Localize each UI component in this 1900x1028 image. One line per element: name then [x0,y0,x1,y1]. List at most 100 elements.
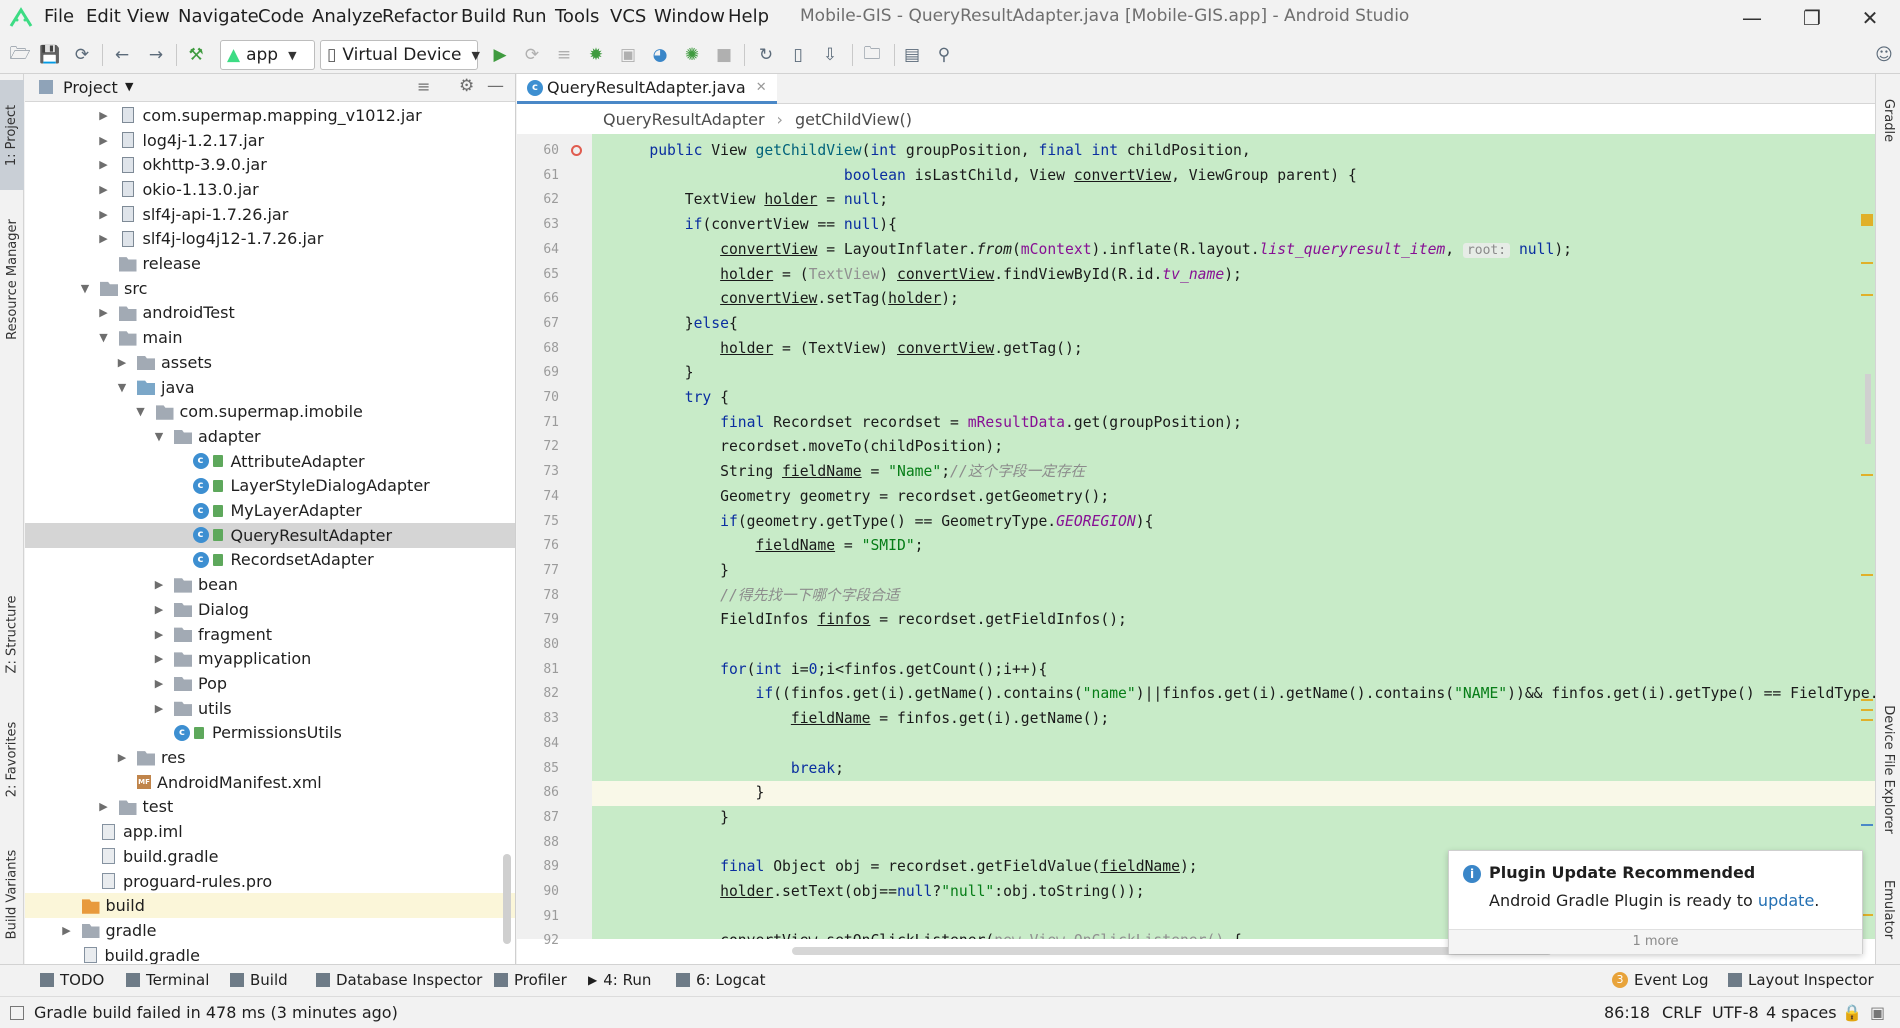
more-notifications[interactable]: 1 more [1449,929,1862,954]
chevron-right-icon[interactable]: ▶ [115,751,129,764]
code-line[interactable]: convertView.setOnClickListener(new View.… [614,929,1242,939]
tab-gradle[interactable]: Gradle [1876,80,1900,160]
tree-item[interactable]: ▶ okhttp-3.9.0.jar [25,152,515,177]
tree-item[interactable]: MF AndroidManifest.xml [25,770,515,795]
tree-item[interactable]: ▶ Pop [25,671,515,696]
chevron-right-icon[interactable]: ▶ [152,677,166,690]
tree-item[interactable]: build [25,893,515,919]
warning-marker[interactable] [1861,709,1873,711]
chevron-right-icon[interactable]: ▶ [97,800,111,813]
tab-layout-inspector[interactable]: Layout Inspector [1728,971,1874,989]
warning-marker[interactable] [1861,574,1873,576]
chevron-down-icon[interactable]: ▼ [97,331,111,344]
sdk-manager-icon[interactable]: ⇩ [818,43,842,67]
tree-item[interactable]: ▶ test [25,795,515,820]
minimize-icon[interactable]: — [1734,2,1770,34]
profile-icon[interactable]: ◕ [648,43,672,67]
tree-item[interactable]: ▶ fragment [25,622,515,647]
tree-item[interactable]: c QueryResultAdapter [25,522,515,548]
code-line[interactable]: holder = (TextView) convertView.findView… [614,263,1242,288]
code-line[interactable]: final Recordset recordset = mResultData.… [614,411,1242,436]
status-message[interactable]: Gradle build failed in 478 ms (3 minutes… [34,1003,398,1022]
code-line[interactable]: FieldInfos finfos = recordset.getFieldIn… [614,608,1127,633]
device-select[interactable]: ▯ Virtual Device ▼ [320,40,480,70]
menu-analyze[interactable]: Analyze [312,6,383,27]
attach-debugger-icon[interactable]: ✺ [680,43,704,67]
chevron-right-icon[interactable]: ▶ [97,109,111,122]
code-area[interactable]: public View getChildView(int groupPositi… [592,134,1875,939]
chevron-right-icon[interactable]: ▶ [115,356,129,369]
chevron-right-icon[interactable]: ▶ [152,628,166,641]
chevron-right-icon[interactable]: ▶ [152,652,166,665]
code-line[interactable]: } [614,361,694,386]
tab-emulator[interactable]: Emulator [1876,864,1900,954]
code-line[interactable]: } [614,781,764,806]
tree-item[interactable]: c LayerStyleDialogAdapter [25,474,515,499]
tab-structure[interactable]: Z: Structure [0,584,24,684]
menu-file[interactable]: File [44,6,74,27]
code-line[interactable]: public View getChildView(int groupPositi… [614,139,1250,164]
project-view-select[interactable]: Project [63,78,118,97]
breadcrumb-class[interactable]: QueryResultAdapter [603,110,765,129]
chevron-right-icon[interactable]: ▶ [152,578,166,591]
code-line[interactable]: holder.setText(obj==null?"null":obj.toSt… [614,880,1144,905]
tree-item[interactable]: build.gradle [25,943,515,964]
open-folder-icon[interactable]: 🗁 [8,43,32,67]
close-icon[interactable]: ✕ [1852,2,1888,34]
tab-project[interactable]: 1: Project [0,80,24,190]
chevron-down-icon[interactable]: ▼ [78,282,92,295]
tab-build-variants[interactable]: Build Variants [0,834,24,954]
tree-item[interactable]: c MyLayerAdapter [25,498,515,523]
tab-terminal[interactable]: Terminal [126,971,209,989]
sync-gradle-icon[interactable]: ↻ [754,43,778,67]
tree-item[interactable]: build.gradle [25,844,515,869]
code-line[interactable]: if(geometry.getType() == GeometryType.GE… [614,510,1153,535]
warning-marker[interactable] [1861,719,1873,721]
layout-icon[interactable]: ▤ [900,43,924,67]
tree-item[interactable]: ▼ java [25,375,515,400]
code-line[interactable]: convertView.setTag(holder); [614,287,959,312]
tree-item[interactable]: c AttributeAdapter [25,449,515,474]
code-line[interactable]: convertView = LayoutInflater.from(mConte… [614,238,1572,263]
user-icon[interactable]: ☺ [1872,43,1896,67]
apply-code-changes-icon[interactable]: ≡ [552,43,576,67]
chevron-right-icon[interactable]: ▶ [152,603,166,616]
apply-changes-icon[interactable]: ⟳ [520,43,544,67]
indent-setting[interactable]: 4 spaces [1766,1003,1837,1022]
tree-item[interactable]: ▼ src [25,276,515,301]
tree-item[interactable]: ▶ androidTest [25,301,515,326]
memory-icon[interactable]: ▣ [1870,1003,1885,1022]
gear-icon[interactable]: ⚙ [459,76,474,96]
code-line[interactable]: fieldName = finfos.get(i).getName(); [614,707,1109,732]
code-line[interactable]: if((finfos.get(i).getName().contains("na… [614,682,1875,707]
warning-marker[interactable] [1861,474,1873,476]
code-line[interactable]: }else{ [614,312,738,337]
chevron-down-icon[interactable]: ▼ [152,430,166,443]
line-separator[interactable]: CRLF [1662,1003,1702,1022]
tree-item[interactable]: ▶ slf4j-log4j12-1.7.26.jar [25,227,515,252]
file-encoding[interactable]: UTF-8 [1712,1003,1759,1022]
menu-navigate[interactable]: Navigate [178,6,259,27]
tree-item[interactable]: ▶ log4j-1.2.17.jar [25,128,515,153]
tab-favorites[interactable]: 2: Favorites [0,704,24,814]
lock-icon[interactable]: 🔒 [1842,1003,1862,1022]
tree-item[interactable]: ▶ myapplication [25,646,515,671]
restore-icon[interactable]: ❐ [1794,2,1830,34]
code-line[interactable]: fieldName = "SMID"; [614,534,923,559]
hscroll-thumb[interactable] [792,947,1552,955]
code-line[interactable]: boolean isLastChild, View convertView, V… [614,164,1357,189]
tab-build[interactable]: Build [230,971,288,989]
close-tab-icon[interactable]: ✕ [756,80,767,95]
tab-resource-manager[interactable]: Resource Manager [0,204,24,354]
tab-profiler[interactable]: Profiler [494,971,567,989]
tree-item[interactable]: ▶ res [25,745,515,770]
menu-build[interactable]: Build [461,6,506,27]
chevron-down-icon[interactable]: ▼ [125,80,133,93]
chevron-right-icon[interactable]: ▶ [152,702,166,715]
breadcrumb-method[interactable]: getChildView() [795,110,912,129]
override-icon[interactable] [571,145,582,156]
code-line[interactable]: break; [614,757,844,782]
code-line[interactable]: String fieldName = "Name";//这个字段一定存在 [614,460,1085,485]
menu-edit[interactable]: Edit [86,6,121,27]
warning-marker[interactable] [1861,699,1873,701]
